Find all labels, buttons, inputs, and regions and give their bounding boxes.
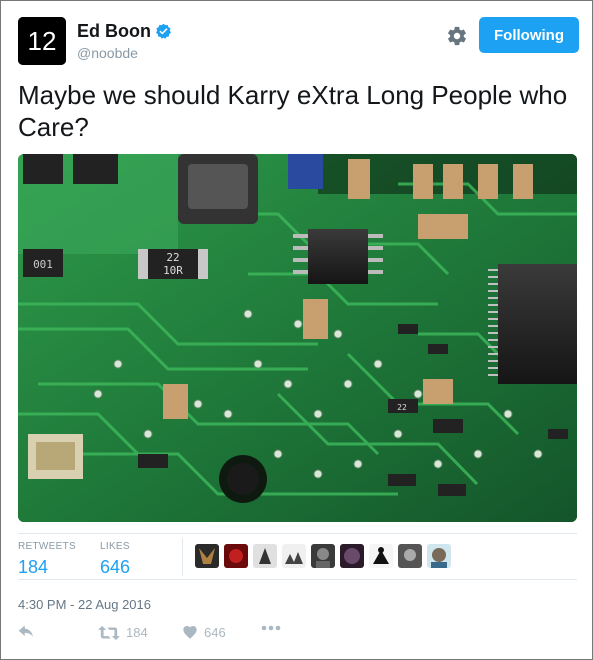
liker-avatar[interactable] [311,544,335,568]
liker-avatar[interactable] [253,544,277,568]
tweet-card: 12 Ed Boon @noobde Following Maybe we sh… [0,0,593,660]
likes-stat[interactable]: LIKES 646 [100,541,130,578]
retweet-count: 184 [126,625,148,640]
tweet-actions: 184 646 [18,625,318,647]
liker-avatars [195,544,451,568]
liker-avatar[interactable] [427,544,451,568]
retweet-button[interactable]: 184 [98,625,148,640]
like-count: 646 [204,625,226,640]
retweets-count: 184 [18,557,49,577]
avatar-text: 12 [28,26,57,56]
user-handle[interactable]: @noobde [77,45,138,61]
pcb-label: 22 [166,251,179,264]
tweet-media-image[interactable]: 001 22 10R 22 [18,154,577,522]
name-row: Ed Boon [77,21,172,42]
likes-label: LIKES [100,541,130,552]
reply-icon [18,625,33,637]
like-button[interactable]: 646 [182,625,226,640]
pcb-label: 001 [33,258,53,271]
following-button[interactable]: Following [479,17,579,53]
liker-avatar[interactable] [282,544,306,568]
verified-badge-icon [156,23,171,39]
retweets-stat[interactable]: RETWEETS 184 [18,541,76,578]
display-name[interactable]: Ed Boon [77,21,151,42]
liker-avatar[interactable] [224,544,248,568]
reply-button[interactable] [18,625,36,641]
avatar[interactable]: 12 [18,17,66,65]
retweets-label: RETWEETS [18,541,76,552]
gear-icon[interactable] [446,25,468,47]
tweet-stats: RETWEETS 184 LIKES 646 [18,533,577,580]
likes-count: 646 [100,557,131,577]
stats-divider [182,538,183,576]
more-button[interactable] [261,625,281,631]
retweet-icon [98,625,120,640]
liker-avatar[interactable] [340,544,364,568]
more-icon [261,625,281,631]
tweet-timestamp[interactable]: 4:30 PM - 22 Aug 2016 [18,597,151,612]
liker-avatar[interactable] [369,544,393,568]
pcb-label: 10R [163,264,183,277]
liker-avatar[interactable] [195,544,219,568]
pcb-label: 22 [397,403,407,412]
tweet-text: Maybe we should Karry eXtra Long People … [18,80,568,142]
heart-icon [183,625,197,640]
liker-avatar[interactable] [398,544,422,568]
